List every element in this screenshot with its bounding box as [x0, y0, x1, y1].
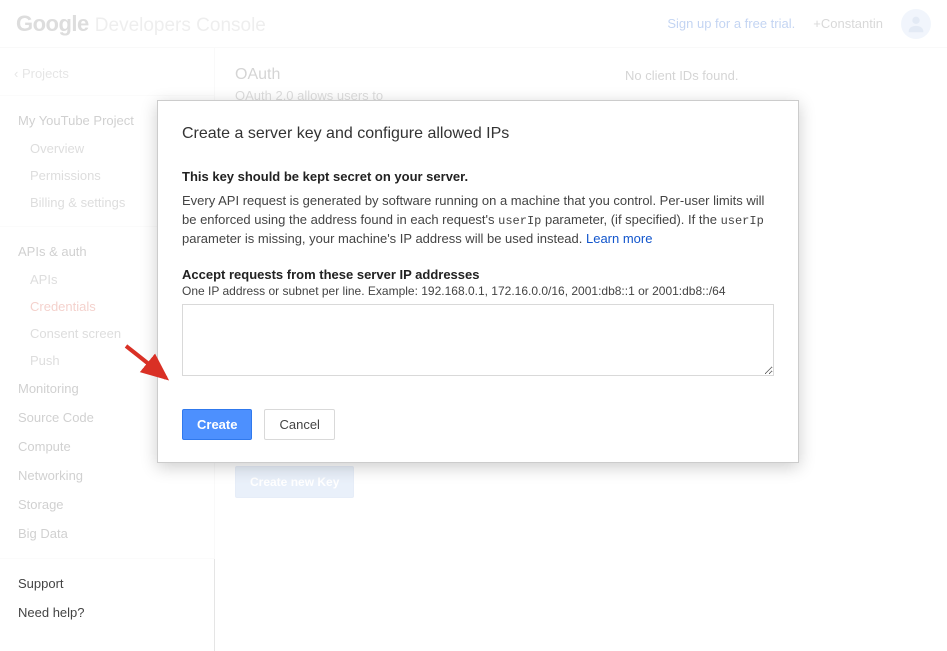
- logo: Google Developers Console: [16, 11, 266, 37]
- sidebar-item-storage[interactable]: Storage: [0, 490, 214, 519]
- ip-addresses-textarea[interactable]: [182, 304, 774, 376]
- modal-desc-b: parameter, (if specified). If the: [541, 212, 720, 227]
- create-button[interactable]: Create: [182, 409, 252, 440]
- modal-title: Create a server key and configure allowe…: [182, 125, 774, 143]
- modal-dialog: Create a server key and configure allowe…: [157, 100, 799, 463]
- sidebar-item-support[interactable]: Support: [0, 569, 214, 598]
- sidebar-item-networking[interactable]: Networking: [0, 461, 214, 490]
- sidebar-back[interactable]: Projects: [0, 62, 214, 95]
- main-status: No client IDs found.: [625, 68, 738, 83]
- create-new-key-button[interactable]: Create new Key: [235, 466, 354, 498]
- modal-ip-hint: One IP address or subnet per line. Examp…: [182, 284, 774, 298]
- modal-mono2: userIp: [721, 214, 764, 228]
- header-right: Sign up for a free trial. +Constantin: [667, 9, 931, 39]
- modal-mono1: userIp: [498, 214, 541, 228]
- signup-link[interactable]: Sign up for a free trial.: [667, 16, 795, 31]
- modal-description: Every API request is generated by softwa…: [182, 192, 774, 249]
- modal-actions: Create Cancel: [182, 409, 774, 440]
- user-icon: [905, 13, 927, 35]
- username[interactable]: +Constantin: [813, 16, 883, 31]
- modal-desc-c: parameter is missing, your machine's IP …: [182, 231, 586, 246]
- logo-google: Google: [16, 11, 89, 37]
- modal-warning: This key should be kept secret on your s…: [182, 169, 774, 184]
- sidebar-item-bigdata[interactable]: Big Data: [0, 519, 214, 548]
- modal-ip-label: Accept requests from these server IP add…: [182, 267, 774, 282]
- modal-learn-more-link[interactable]: Learn more: [586, 231, 652, 246]
- main-heading: OAuth: [235, 66, 927, 84]
- logo-console: Developers Console: [95, 15, 266, 37]
- sidebar-item-help[interactable]: Need help?: [0, 598, 214, 627]
- header: Google Developers Console Sign up for a …: [0, 0, 947, 48]
- cancel-button[interactable]: Cancel: [264, 409, 334, 440]
- avatar[interactable]: [901, 9, 931, 39]
